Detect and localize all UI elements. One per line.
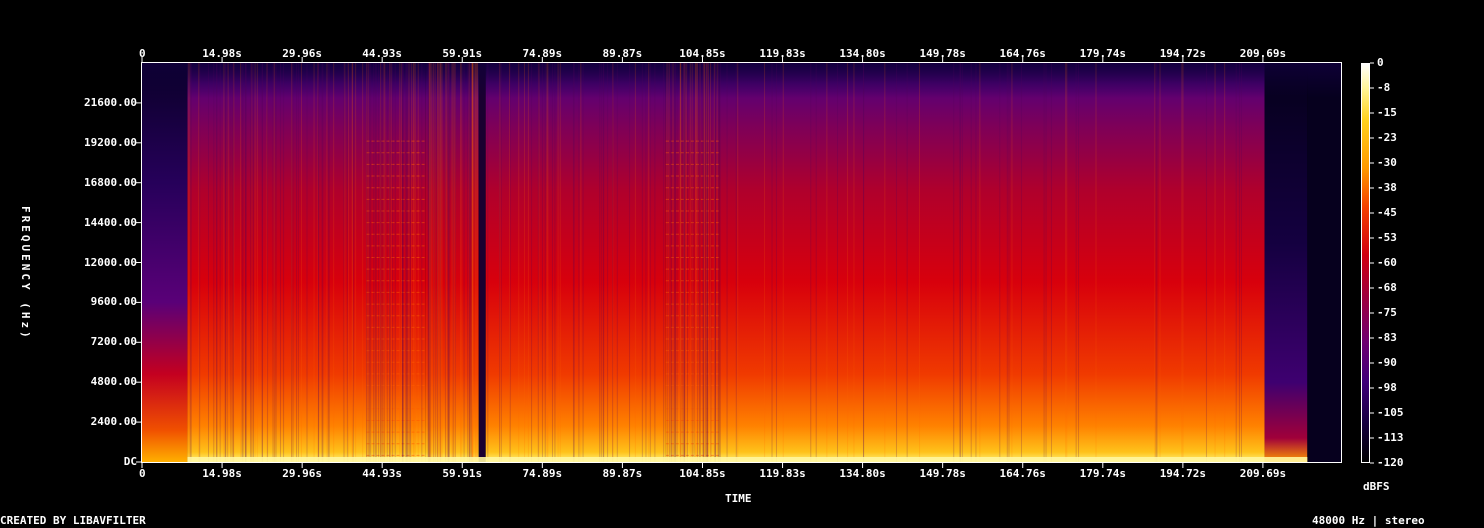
x-tick-label-top: 194.72s [1159,47,1207,60]
x-tick-label-top: 44.93s [362,47,403,60]
y-tick-label: 4800.00 [90,375,137,389]
x-tick-label-top: 179.74s [1079,47,1126,60]
colorbar [1361,63,1370,463]
footer-credit: CREATED BY LIBAVFILTER [0,514,146,527]
colorbar-tick-label: -105 [1377,406,1404,419]
y-tick-label: 21600.00 [84,95,137,109]
x-tick-label-top: 164.76s [999,47,1046,60]
colorbar-tick-label: -60 [1377,256,1397,269]
x-tick-label-bottom: 59.91s [442,467,483,480]
y-axis-title: FREQUENCY (Hz) [19,206,32,341]
colorbar-tick-label: -90 [1377,356,1397,369]
colorbar-tick-label: -38 [1377,181,1397,194]
x-tick-label-bottom: 89.87s [602,467,643,480]
y-tick-label: 19200.00 [84,135,137,149]
colorbar-tick-label: -75 [1377,306,1397,319]
x-tick-label-bottom: 0 [139,467,146,480]
colorbar-tick-label: -15 [1377,106,1397,119]
x-tick-label-top: 134.80s [839,47,886,60]
x-tick-label-top: 0 [139,47,146,60]
x-tick-label-bottom: 119.83s [759,467,806,480]
x-tick-label-top: 104.85s [679,47,726,60]
x-tick-label-bottom: 149.78s [919,467,966,480]
x-tick-label-bottom: 74.89s [522,467,563,480]
y-tick-label: 12000.00 [84,255,137,269]
colorbar-tick-label: -8 [1377,81,1391,94]
y-tick-label: DC [123,455,137,468]
colorbar-tick-label: -83 [1377,331,1397,344]
x-tick-label-bottom: 29.96s [282,467,323,480]
x-tick-label-top: 74.89s [522,47,563,60]
colorbar-tick-label: -120 [1377,456,1404,469]
colorbar-tick-label: 0 [1377,56,1384,69]
x-tick-label-top: 29.96s [282,47,323,60]
x-tick-label-top: 59.91s [442,47,483,60]
colorbar-tick-label: -53 [1377,231,1397,244]
x-tick-label-top: 209.69s [1239,47,1287,60]
y-tick-label: 16800.00 [84,175,137,189]
x-tick-label-bottom: 194.72s [1159,467,1207,480]
y-tick-label: 9600.00 [90,295,137,309]
y-tick-label: 14400.00 [84,215,137,229]
x-tick-label-top: 119.83s [759,47,806,60]
x-tick-label-bottom: 44.93s [362,467,403,480]
x-tick-label-bottom: 209.69s [1239,467,1287,480]
x-tick-label-top: 14.98s [202,47,242,60]
colorbar-tick-label: -98 [1377,381,1397,394]
x-tick-label-bottom: 164.76s [999,467,1046,480]
colorbar-tick-label: -113 [1377,431,1404,444]
x-axis-title: TIME [725,492,752,505]
x-tick-label-top: 149.78s [919,47,966,60]
colorbar-tick-label: -45 [1377,206,1397,219]
x-tick-label-bottom: 134.80s [839,467,886,480]
colorbar-tick-label: -68 [1377,281,1397,294]
colorbar-tick-label: -23 [1377,131,1397,144]
y-tick-label: 2400.00 [90,415,137,429]
x-tick-label-bottom: 179.74s [1079,467,1126,480]
x-tick-label-bottom: 104.85s [679,467,726,480]
x-tick-label-top: 89.87s [602,47,643,60]
axis-overlay [136,57,1374,468]
footer-format: 48000 Hz | stereo [1312,514,1425,527]
x-tick-label-bottom: 14.98s [202,467,242,480]
colorbar-unit-label: dBFS [1363,480,1390,493]
colorbar-tick-label: -30 [1377,156,1397,169]
y-tick-label: 7200.00 [90,335,137,349]
